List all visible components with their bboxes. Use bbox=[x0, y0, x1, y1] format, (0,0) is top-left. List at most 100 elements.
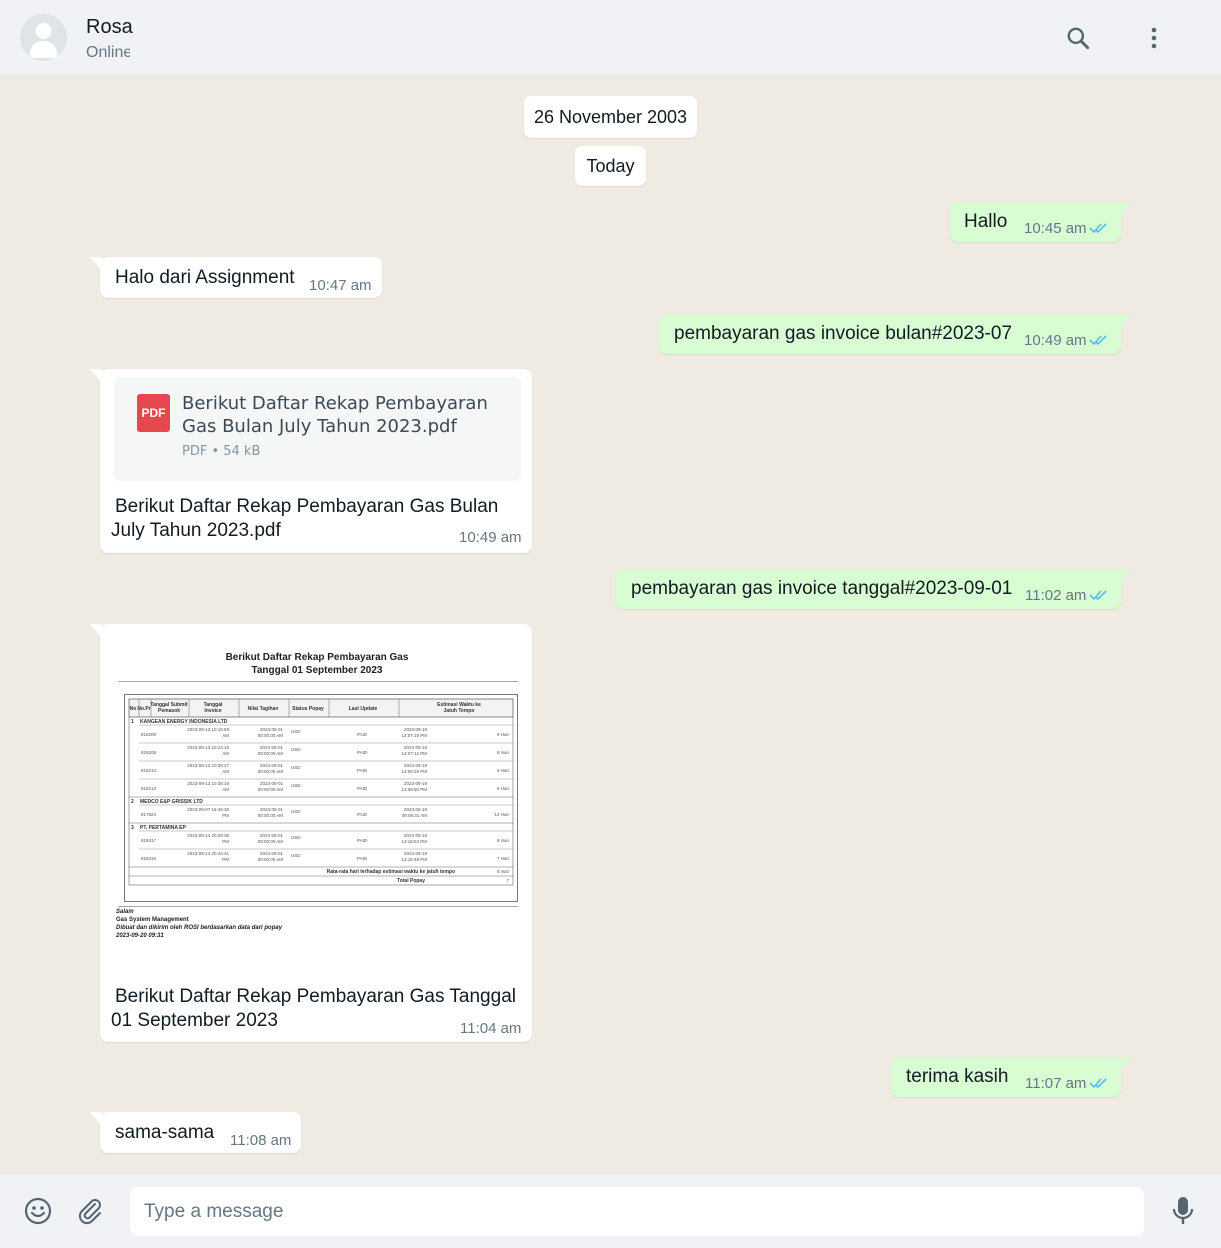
table-header-cell: Pemasok bbox=[158, 708, 180, 714]
preview-title: Berikut Daftar Rekap Pembayaran Gas bbox=[225, 652, 409, 663]
table-cell-pr: 817824 bbox=[141, 812, 157, 817]
avatar[interactable] bbox=[20, 14, 67, 61]
message-time: 10:45 am bbox=[1024, 220, 1087, 237]
table-cell-submit: AM bbox=[222, 751, 229, 756]
table-cell-update: 2023-09-19 bbox=[404, 745, 428, 750]
table-average-value: 8 Hari bbox=[497, 869, 509, 874]
message-text: Halo dari Assignment bbox=[115, 267, 295, 288]
table-cell-status: PAID bbox=[357, 732, 368, 737]
table-cell-update: 13:16:53 PM bbox=[401, 839, 427, 844]
incoming-message[interactable]: Halo dari Assignment 10:47 am bbox=[90, 257, 382, 298]
table-cell-submit: PM bbox=[222, 839, 229, 844]
table-header-cell: No bbox=[130, 706, 137, 712]
table-cell-invoice: 2023-09-01 bbox=[260, 807, 284, 812]
chat-header: Rosa Online bbox=[0, 0, 1221, 76]
incoming-image-message[interactable]: Berikut Daftar Rekap Pembayaran Gas Tang… bbox=[90, 624, 532, 1042]
table-cell-update: 2023-09-19 bbox=[404, 833, 428, 838]
table-cell-value: USD bbox=[291, 835, 301, 840]
default-avatar-icon bbox=[29, 23, 58, 58]
message-time: 11:04 am bbox=[460, 1020, 522, 1037]
message-text: terima kasih bbox=[906, 1066, 1009, 1087]
table-cell-submit: 2023-09-13 10:30:27 bbox=[187, 763, 229, 768]
voice-button[interactable] bbox=[1165, 1193, 1201, 1229]
chat-area[interactable]: 26 November 2003 Today Hallo 10:45 am Ha… bbox=[0, 76, 1221, 1174]
outgoing-message[interactable]: terima kasih 11:07 am bbox=[891, 1057, 1131, 1097]
menu-button[interactable] bbox=[1136, 20, 1172, 56]
table-cell-submit: AM bbox=[222, 769, 229, 774]
table-header-cell: Nilai Tagihan bbox=[248, 706, 279, 712]
table-cell-update: 14:08:29 PM bbox=[401, 769, 427, 774]
table-cell-submit: 2023-09-14 20:29:36 bbox=[187, 833, 229, 838]
table-cell-submit: 2023-09-07 16:45:38 bbox=[187, 807, 229, 812]
table-cell-value: USD bbox=[291, 729, 301, 734]
message-time: 11:08 am bbox=[230, 1132, 292, 1149]
preview-footer-line: Salam bbox=[116, 909, 134, 915]
table-cell-estimate: 14 Hari bbox=[494, 812, 509, 817]
incoming-document-message[interactable]: PDF Berikut Daftar Rekap Pembayaran Gas … bbox=[90, 369, 532, 553]
table-total-label: Total Popay bbox=[397, 878, 425, 884]
document-attachment[interactable]: PDF Berikut Daftar Rekap Pembayaran Gas … bbox=[114, 377, 521, 481]
message-input[interactable] bbox=[130, 1187, 1144, 1236]
message-composer bbox=[0, 1174, 1221, 1248]
table-cell-invoice: 00:00:00 AM bbox=[258, 787, 284, 792]
table-cell-pr: 818208 bbox=[141, 750, 157, 755]
message-time: 10:47 am bbox=[309, 277, 372, 294]
table-cell-invoice: 2023-09-01 bbox=[260, 851, 284, 856]
table-cell-pr: 818213 bbox=[141, 786, 157, 791]
table-cell-submit: PM bbox=[222, 813, 229, 818]
message-time: 10:49 am bbox=[1024, 332, 1087, 349]
table-cell-status: PAID bbox=[357, 856, 368, 861]
message-text: pembayaran gas invoice tanggal#2023-09-0… bbox=[631, 578, 1013, 599]
table-cell-submit: AM bbox=[222, 733, 229, 738]
outgoing-message[interactable]: Hallo 10:45 am bbox=[950, 202, 1131, 242]
table-cell-update: 14:07:12 PM bbox=[401, 751, 427, 756]
table-group-number: 3 bbox=[131, 825, 134, 831]
table-cell-estimate: 6 Hari bbox=[497, 838, 509, 843]
message-time: 10:49 am bbox=[459, 529, 522, 546]
divider bbox=[118, 906, 518, 907]
emoji-icon bbox=[24, 1197, 52, 1225]
table-cell-value: USD bbox=[291, 747, 301, 752]
table-cell-submit: 2023-09-13 10:24:15 bbox=[187, 745, 229, 750]
table-cell-update: 2023-09-19 bbox=[404, 763, 428, 768]
emoji-button[interactable] bbox=[20, 1193, 56, 1229]
table-header-cell: Last Update bbox=[349, 706, 378, 712]
document-meta: PDF • 54 kB bbox=[182, 444, 261, 459]
message-text: sama-sama bbox=[115, 1122, 215, 1143]
outgoing-message[interactable]: pembayaran gas invoice bulan#2023-07 10:… bbox=[659, 314, 1131, 354]
table-cell-invoice: 2023-09-01 bbox=[260, 727, 284, 732]
table-group-number: 2 bbox=[131, 799, 134, 805]
double-check-icon bbox=[1089, 335, 1107, 346]
table-group-name: MEDCO E&P GRISSIK LTD bbox=[140, 799, 203, 805]
table-cell-estimate: 8 Hari bbox=[497, 750, 509, 755]
message-text: pembayaran gas invoice bulan#2023-07 bbox=[674, 323, 1013, 344]
message-caption: Berikut Daftar Rekap Pembayaran Gas Bula… bbox=[115, 496, 499, 517]
table-cell-invoice: 2023-09-01 bbox=[260, 763, 284, 768]
table-header-cell: Invoice bbox=[204, 708, 221, 714]
bubble-tail bbox=[90, 1112, 102, 1126]
document-preview-image[interactable]: Berikut Daftar Rekap Pembayaran Gas Tang… bbox=[112, 636, 522, 986]
contact-name[interactable]: Rosa bbox=[86, 16, 133, 39]
table-group-number: 1 bbox=[131, 719, 134, 725]
table-cell-value: USD bbox=[291, 853, 301, 858]
table-cell-invoice: 00:00:00 AM bbox=[258, 733, 284, 738]
table-cell-invoice: 00:00:00 AM bbox=[258, 813, 284, 818]
attach-button[interactable] bbox=[72, 1193, 108, 1229]
table-cell-submit: 2023-09-14 20:44:31 bbox=[187, 851, 229, 856]
search-button[interactable] bbox=[1060, 20, 1096, 56]
table-cell-value: USD bbox=[291, 809, 301, 814]
outgoing-message[interactable]: pembayaran gas invoice tanggal#2023-09-0… bbox=[616, 569, 1131, 609]
table-header-cell: Jatuh Tempo bbox=[444, 708, 475, 714]
table-cell-invoice: 2023-09-01 bbox=[260, 781, 284, 786]
message-caption: Berikut Daftar Rekap Pembayaran Gas Tang… bbox=[115, 986, 516, 1007]
message-time: 11:07 am bbox=[1025, 1075, 1087, 1092]
table-cell-pr: 818417 bbox=[141, 838, 157, 843]
incoming-message[interactable]: sama-sama 11:08 am bbox=[90, 1112, 301, 1153]
table-average-label: Rata-rata hari terhadap estimasi waktu k… bbox=[327, 869, 455, 875]
search-icon bbox=[1067, 27, 1090, 50]
preview-footer-line: Gas System Management bbox=[116, 917, 189, 923]
table-cell-value: USD bbox=[291, 765, 301, 770]
table-cell-status: PAID bbox=[357, 750, 368, 755]
bubble-tail bbox=[1119, 314, 1131, 328]
table-cell-update: 14:08:50 PM bbox=[401, 787, 427, 792]
